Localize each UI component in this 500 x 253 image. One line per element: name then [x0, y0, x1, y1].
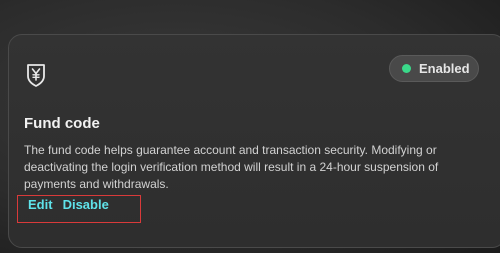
shield-yen-icon — [27, 64, 45, 87]
annotation-highlight-box — [17, 195, 141, 223]
card-description: The fund code helps guarantee account an… — [24, 143, 439, 191]
card-title: Fund code — [24, 115, 100, 132]
status-dot-icon — [402, 64, 411, 73]
screen: Enabled Fund code The fund code helps gu… — [0, 0, 500, 253]
status-badge: Enabled — [389, 55, 479, 82]
status-label: Enabled — [419, 61, 470, 76]
